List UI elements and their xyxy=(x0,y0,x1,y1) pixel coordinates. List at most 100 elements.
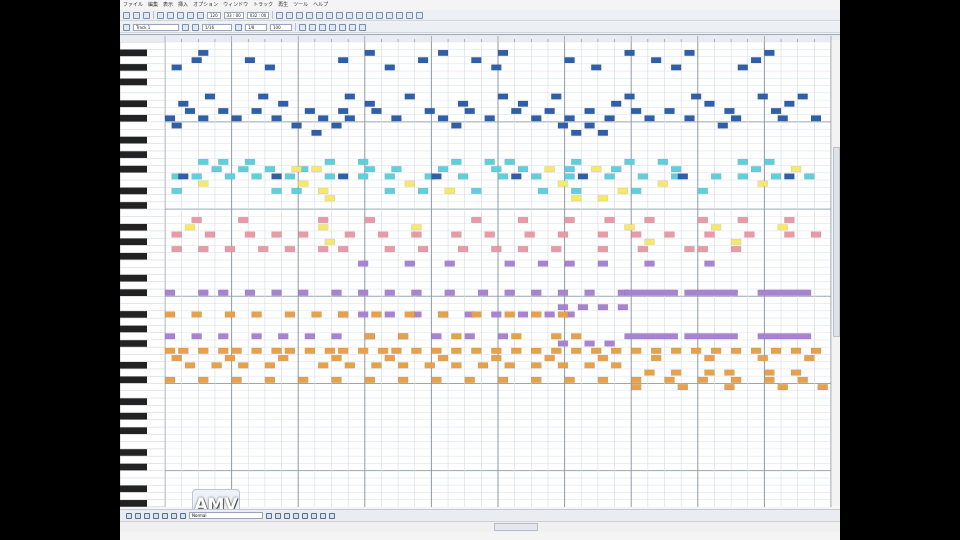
menu-insert[interactable]: 挿入 xyxy=(178,0,188,10)
note-event[interactable] xyxy=(291,166,302,173)
note-event[interactable] xyxy=(757,333,812,340)
note-event[interactable] xyxy=(357,289,369,296)
black-key[interactable] xyxy=(120,412,147,420)
black-key[interactable] xyxy=(120,114,147,122)
note-event[interactable] xyxy=(591,64,602,71)
note-event[interactable] xyxy=(231,347,242,354)
note-event[interactable] xyxy=(531,173,542,180)
note-event[interactable] xyxy=(650,355,662,362)
note-event[interactable] xyxy=(704,231,715,238)
note-event[interactable] xyxy=(317,216,329,224)
record-icon[interactable] xyxy=(306,11,314,19)
note-event[interactable] xyxy=(670,64,682,71)
note-event[interactable] xyxy=(371,362,382,369)
note-event[interactable] xyxy=(384,311,395,318)
note-event[interactable] xyxy=(557,231,569,238)
black-key[interactable] xyxy=(120,449,147,456)
piano-roll-canvas[interactable] xyxy=(120,35,840,507)
note-event[interactable] xyxy=(171,122,182,129)
note-event[interactable] xyxy=(637,246,649,253)
black-key[interactable] xyxy=(120,463,147,471)
note-event[interactable] xyxy=(251,107,262,115)
note-event[interactable] xyxy=(804,355,815,362)
note-event[interactable] xyxy=(324,238,336,245)
note-event[interactable] xyxy=(644,216,655,224)
copy-icon[interactable] xyxy=(167,11,174,19)
note-event[interactable] xyxy=(810,115,822,122)
zoom-in-icon[interactable] xyxy=(356,11,364,19)
note-event[interactable] xyxy=(251,333,262,340)
note-event[interactable] xyxy=(224,173,236,180)
note-event[interactable] xyxy=(544,107,555,115)
menu-play[interactable]: 再生 xyxy=(278,0,288,10)
note-event[interactable] xyxy=(491,64,502,71)
note-event[interactable] xyxy=(557,340,569,347)
note-event[interactable] xyxy=(624,158,635,165)
note-event[interactable] xyxy=(324,173,336,180)
note-event[interactable] xyxy=(337,311,349,318)
note-event[interactable] xyxy=(384,173,395,180)
track-select[interactable]: Track 1 xyxy=(133,23,179,31)
note-event[interactable] xyxy=(171,246,182,253)
note-event[interactable] xyxy=(404,93,415,100)
note-event[interactable] xyxy=(311,166,322,173)
note-event[interactable] xyxy=(497,173,509,180)
note-event[interactable] xyxy=(670,369,682,376)
note-event[interactable] xyxy=(311,311,322,318)
note-event[interactable] xyxy=(451,158,462,165)
note-event[interactable] xyxy=(457,100,469,107)
note-event[interactable] xyxy=(777,224,788,231)
note-event[interactable] xyxy=(464,376,475,383)
note-event[interactable] xyxy=(364,166,375,173)
note-event[interactable] xyxy=(770,173,782,180)
grid-icon[interactable] xyxy=(376,11,384,19)
mode-select[interactable]: Normal xyxy=(189,512,263,519)
score-icon[interactable] xyxy=(406,11,414,19)
note-event[interactable] xyxy=(564,166,575,173)
note-event[interactable] xyxy=(684,289,738,296)
note-event[interactable] xyxy=(724,107,735,115)
note-event[interactable] xyxy=(471,57,482,64)
fast-forward-icon[interactable] xyxy=(316,11,324,19)
note-event[interactable] xyxy=(291,122,302,129)
note-event[interactable] xyxy=(697,246,708,253)
note-event[interactable] xyxy=(650,57,662,64)
note-event[interactable] xyxy=(764,49,775,56)
note-event[interactable] xyxy=(357,260,369,267)
piano-roll-editor[interactable]: AMV xyxy=(120,34,840,522)
note-event[interactable] xyxy=(757,93,768,100)
line-tool-icon[interactable] xyxy=(144,512,150,519)
note-event[interactable] xyxy=(431,333,442,340)
play-icon[interactable] xyxy=(296,11,304,19)
note-event[interactable] xyxy=(164,115,176,122)
note-event[interactable] xyxy=(577,304,589,311)
note-event[interactable] xyxy=(337,107,349,115)
position-field[interactable]: 33 : 00 xyxy=(223,11,244,19)
note-event[interactable] xyxy=(231,376,242,383)
note-event[interactable] xyxy=(178,100,189,107)
note-event[interactable] xyxy=(444,289,455,296)
black-key[interactable] xyxy=(120,274,147,282)
black-key[interactable] xyxy=(120,485,147,493)
note-event[interactable] xyxy=(724,384,735,391)
note-event[interactable] xyxy=(604,216,615,224)
note-event[interactable] xyxy=(631,384,642,391)
note-event[interactable] xyxy=(331,122,342,129)
note-event[interactable] xyxy=(218,289,229,296)
note-event[interactable] xyxy=(577,173,589,180)
note-event[interactable] xyxy=(271,289,282,296)
note-event[interactable] xyxy=(431,376,442,383)
zoom-out-icon[interactable] xyxy=(366,11,374,19)
note-event[interactable] xyxy=(604,115,615,122)
note-event[interactable] xyxy=(178,347,189,354)
note-event[interactable] xyxy=(571,187,582,194)
black-key[interactable] xyxy=(120,49,147,57)
note-event[interactable] xyxy=(278,355,289,362)
note-event[interactable] xyxy=(511,173,522,180)
note-event[interactable] xyxy=(484,231,495,238)
black-key[interactable] xyxy=(120,202,147,209)
note-event[interactable] xyxy=(444,187,455,194)
note-event[interactable] xyxy=(297,231,309,238)
note-event[interactable] xyxy=(624,49,635,56)
note-event[interactable] xyxy=(171,64,182,71)
